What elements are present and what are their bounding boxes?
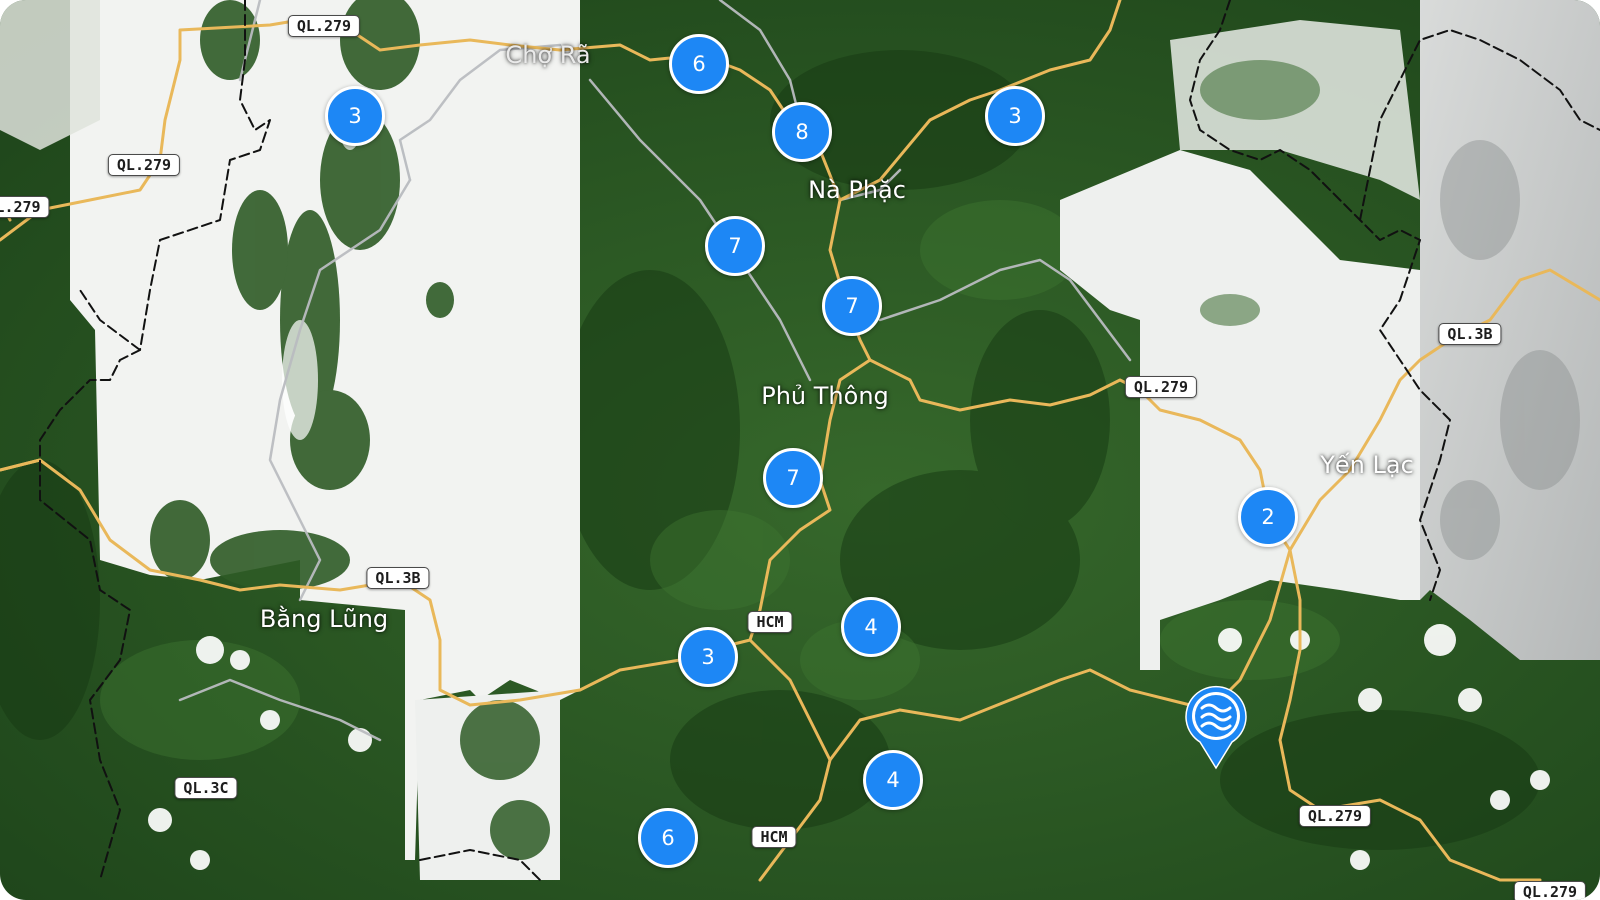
water-station-pin[interactable] — [1184, 684, 1248, 770]
place-label-phu-thong: Phủ Thông — [761, 382, 889, 410]
road-shield-hcm: HCM — [747, 611, 793, 633]
place-label-cho-ra: Chợ Rã — [505, 41, 591, 69]
road-shield-hcm: HCM — [751, 826, 797, 848]
cluster-marker[interactable]: 4 — [863, 750, 923, 810]
road-shield-ql279: QL.279 — [1124, 376, 1198, 398]
cluster-marker[interactable]: 6 — [669, 34, 729, 94]
cluster-marker[interactable]: 7 — [822, 276, 882, 336]
road-shield-ql279: QL.279 — [107, 154, 181, 176]
water-waves-icon — [1185, 685, 1247, 770]
cluster-marker[interactable]: 2 — [1238, 487, 1298, 547]
cluster-marker[interactable]: 6 — [638, 808, 698, 868]
road-shield-ql279-partial: L.279 — [0, 196, 50, 218]
road-shield-ql279: QL.279 — [287, 15, 361, 37]
cluster-marker[interactable]: 3 — [325, 86, 385, 146]
road-shield-ql3b: QL.3B — [1438, 323, 1502, 345]
cluster-marker[interactable]: 8 — [772, 102, 832, 162]
cluster-marker[interactable]: 7 — [705, 216, 765, 276]
place-label-bang-lung: Bằng Lũng — [259, 605, 389, 633]
road-shield-ql279: QL.279 — [1513, 881, 1587, 900]
cluster-marker[interactable]: 7 — [763, 448, 823, 508]
place-label-na-phac: Nà Phặc — [808, 176, 906, 204]
road-shield-ql3b: QL.3B — [366, 567, 430, 589]
satellite-map[interactable]: Chợ Rã Nà Phặc Phủ Thông Yến Lạc Bằng Lũ… — [0, 0, 1600, 900]
place-label-yen-lac: Yến Lạc — [1320, 451, 1414, 479]
cluster-marker[interactable]: 3 — [678, 627, 738, 687]
cluster-marker[interactable]: 4 — [841, 597, 901, 657]
road-shield-ql3c: QL.3C — [174, 777, 238, 799]
road-shield-ql279: QL.279 — [1298, 805, 1372, 827]
cluster-marker[interactable]: 3 — [985, 86, 1045, 146]
